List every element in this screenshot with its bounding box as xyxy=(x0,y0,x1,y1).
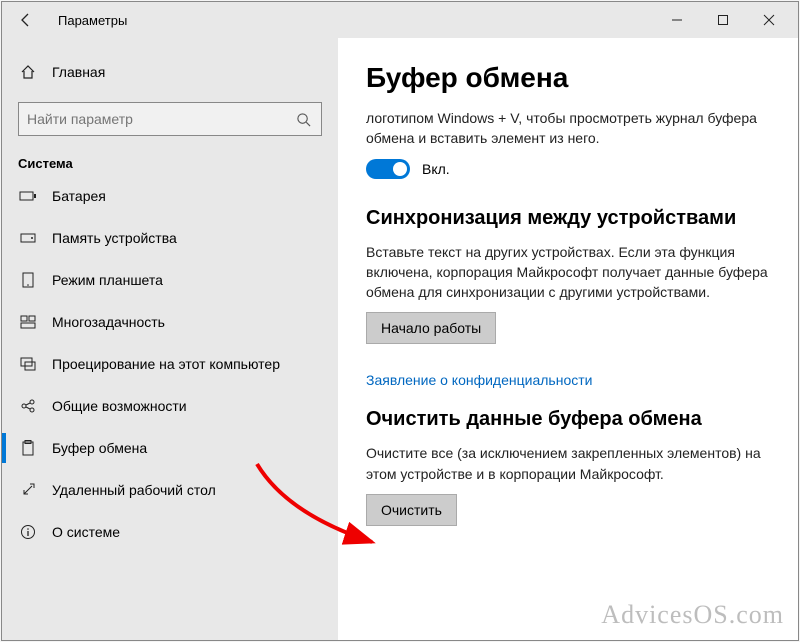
sidebar-item-clipboard[interactable]: Буфер обмена xyxy=(2,427,338,469)
info-icon xyxy=(18,524,38,540)
sidebar-item-label: Буфер обмена xyxy=(52,440,147,456)
toggle-label: Вкл. xyxy=(422,161,450,177)
sidebar-item-label: О системе xyxy=(52,524,120,540)
project-icon xyxy=(18,357,38,371)
sidebar-item-label: Удаленный рабочий стол xyxy=(52,482,216,498)
sidebar-item-label: Общие возможности xyxy=(52,398,187,414)
sidebar-item-label: Режим планшета xyxy=(52,272,163,288)
shared-icon xyxy=(18,398,38,414)
storage-icon xyxy=(18,232,38,244)
sidebar-item-label: Батарея xyxy=(52,188,106,204)
sidebar-home-label: Главная xyxy=(52,64,105,80)
history-toggle[interactable] xyxy=(366,159,410,179)
sidebar-item-label: Проецирование на этот компьютер xyxy=(52,356,280,372)
sidebar-item-label: Память устройства xyxy=(52,230,177,246)
close-button[interactable] xyxy=(746,4,792,36)
back-button[interactable] xyxy=(12,6,40,34)
history-description: логотипом Windows + V, чтобы просмотреть… xyxy=(366,108,776,149)
sync-start-button[interactable]: Начало работы xyxy=(366,312,496,344)
clear-button[interactable]: Очистить xyxy=(366,494,457,526)
sidebar-item-remote[interactable]: Удаленный рабочий стол xyxy=(2,469,338,511)
window-title: Параметры xyxy=(58,13,127,28)
multitask-icon xyxy=(18,315,38,329)
clear-description: Очистите все (за исключением закрепленны… xyxy=(366,443,776,484)
sidebar-item-storage[interactable]: Память устройства xyxy=(2,217,338,259)
sync-description: Вставьте текст на других устройствах. Ес… xyxy=(366,242,776,303)
remote-icon xyxy=(18,482,38,498)
sidebar-item-tablet[interactable]: Режим планшета xyxy=(2,259,338,301)
search-box[interactable] xyxy=(18,102,322,136)
sidebar-item-shared[interactable]: Общие возможности xyxy=(2,385,338,427)
clear-heading: Очистить данные буфера обмена xyxy=(366,408,776,431)
sidebar-item-multitask[interactable]: Многозадачность xyxy=(2,301,338,343)
sidebar-item-about[interactable]: О системе xyxy=(2,511,338,553)
watermark: AdvicesOS.com xyxy=(601,600,784,630)
sync-heading: Синхронизация между устройствами xyxy=(366,207,776,230)
clipboard-icon xyxy=(18,440,38,456)
maximize-button[interactable] xyxy=(700,4,746,36)
battery-icon xyxy=(18,190,38,202)
search-icon xyxy=(293,112,313,127)
minimize-button[interactable] xyxy=(654,4,700,36)
sidebar-section-label: Система xyxy=(2,144,338,175)
search-input[interactable] xyxy=(27,111,293,127)
sidebar-item-battery[interactable]: Батарея xyxy=(2,175,338,217)
page-title: Буфер обмена xyxy=(366,62,776,94)
sidebar-item-label: Многозадачность xyxy=(52,314,165,330)
tablet-icon xyxy=(18,272,38,288)
privacy-link[interactable]: Заявление о конфиденциальности xyxy=(366,372,592,388)
sidebar-home[interactable]: Главная xyxy=(2,52,338,92)
home-icon xyxy=(18,64,38,80)
sidebar-item-project[interactable]: Проецирование на этот компьютер xyxy=(2,343,338,385)
